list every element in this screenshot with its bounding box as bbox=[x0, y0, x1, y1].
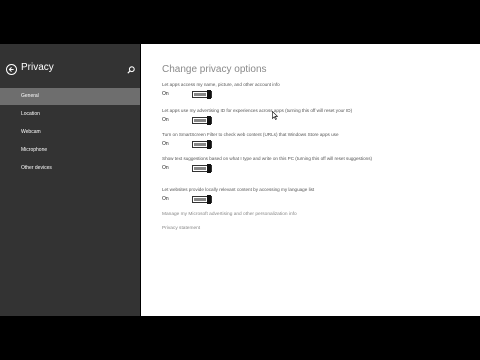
privacy-statement-link[interactable]: Privacy statement bbox=[162, 226, 200, 231]
sidebar-item-location[interactable]: Location bbox=[0, 106, 140, 123]
sidebar-item-webcam[interactable]: Webcam bbox=[0, 124, 140, 141]
main-content: Change privacy options Let apps access m… bbox=[141, 44, 480, 316]
sidebar-nav: General Location Webcam Microphone Other… bbox=[0, 88, 140, 178]
setting-advertising-id: Let apps use my advertising ID for exper… bbox=[162, 108, 462, 125]
mouse-pointer-icon bbox=[272, 111, 278, 120]
setting-description: Let apps use my advertising ID for exper… bbox=[162, 108, 353, 113]
manage-advertising-link[interactable]: Manage my Microsoft advertising and othe… bbox=[162, 212, 297, 217]
setting-description: Show text suggestions based on what I ty… bbox=[162, 156, 373, 161]
sidebar: Privacy General Location Webcam Micropho… bbox=[0, 44, 140, 316]
setting-language-list: Let websites provide locally relevant co… bbox=[162, 187, 462, 204]
account-info-toggle[interactable] bbox=[192, 90, 212, 99]
smartscreen-toggle[interactable] bbox=[192, 140, 212, 149]
pc-settings-window: Privacy General Location Webcam Micropho… bbox=[0, 44, 480, 316]
text-suggestions-toggle[interactable] bbox=[192, 164, 212, 173]
toggle-state-label: On bbox=[162, 141, 169, 147]
sidebar-title: Privacy bbox=[21, 62, 54, 73]
setting-account-info: Let apps access my name, picture, and ot… bbox=[162, 82, 462, 99]
setting-smartscreen: Turn on SmartScreen Filter to check web … bbox=[162, 132, 462, 149]
advertising-id-toggle[interactable] bbox=[192, 116, 212, 125]
back-arrow-icon bbox=[8, 67, 14, 72]
language-list-toggle[interactable] bbox=[192, 195, 212, 204]
toggle-state-label: On bbox=[162, 91, 169, 97]
setting-description: Let websites provide locally relevant co… bbox=[162, 187, 315, 192]
toggle-state-label: On bbox=[162, 165, 169, 171]
sidebar-item-general[interactable]: General bbox=[0, 88, 140, 105]
setting-description: Turn on SmartScreen Filter to check web … bbox=[162, 132, 339, 137]
back-button[interactable] bbox=[6, 64, 17, 75]
sidebar-header: Privacy bbox=[6, 62, 136, 78]
setting-text-suggestions: Show text suggestions based on what I ty… bbox=[162, 156, 377, 173]
sidebar-item-microphone[interactable]: Microphone bbox=[0, 142, 140, 159]
search-icon[interactable] bbox=[127, 66, 135, 74]
toggle-state-label: On bbox=[162, 117, 169, 123]
sidebar-item-other-devices[interactable]: Other devices bbox=[0, 160, 140, 177]
page-title: Change privacy options bbox=[162, 64, 267, 75]
setting-description: Let apps access my name, picture, and ot… bbox=[162, 82, 280, 87]
toggle-state-label: On bbox=[162, 196, 169, 202]
